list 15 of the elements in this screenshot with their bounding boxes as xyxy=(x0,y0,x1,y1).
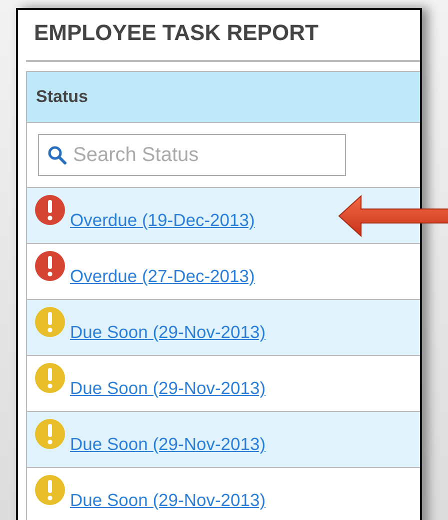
status-link[interactable]: Due Soon (29-Nov-2013) xyxy=(70,322,266,343)
status-link[interactable]: Due Soon (29-Nov-2013) xyxy=(70,378,266,399)
alert-icon xyxy=(34,306,66,338)
search-field[interactable]: Search Status xyxy=(38,134,346,176)
column-header: Status xyxy=(27,71,420,123)
alert-icon xyxy=(34,474,66,506)
status-link[interactable]: Overdue (27-Dec-2013) xyxy=(70,266,255,287)
status-link[interactable]: Overdue (19-Dec-2013) xyxy=(70,210,255,231)
window-title: EMPLOYEE TASK REPORT xyxy=(33,19,320,47)
status-link[interactable]: Due Soon (29-Nov-2013) xyxy=(70,490,266,511)
alert-icon xyxy=(34,194,66,226)
alert-icon xyxy=(34,250,66,282)
alert-icon xyxy=(34,418,66,450)
status-link[interactable]: Due Soon (29-Nov-2013) xyxy=(70,434,266,455)
alert-icon xyxy=(34,362,66,394)
